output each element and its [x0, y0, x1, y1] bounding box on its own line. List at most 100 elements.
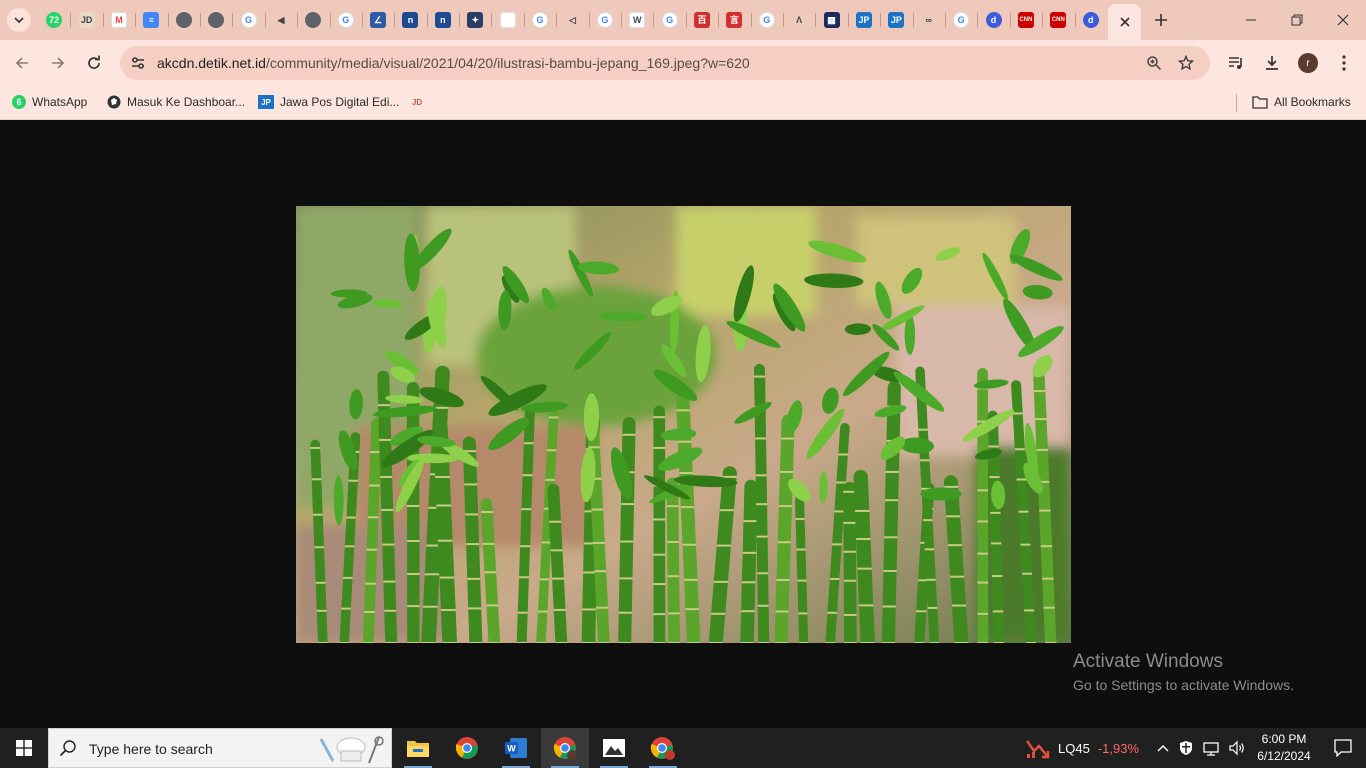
tab-jdih-icon: JD	[78, 12, 95, 28]
browser-tab[interactable]: ✦	[459, 0, 491, 40]
volume-icon[interactable]	[1228, 740, 1246, 756]
browser-tab[interactable]: M	[102, 0, 135, 40]
tab-jawapos-icon: JP	[855, 12, 872, 28]
browser-tab[interactable]: ∞	[912, 0, 945, 40]
site-info-button[interactable]	[126, 51, 150, 75]
browser-toolbar: akcdn.detik.net.id/community/media/visua…	[0, 40, 1366, 86]
reload-button[interactable]	[79, 48, 109, 78]
browser-tab[interactable]: G	[944, 0, 977, 40]
kebab-menu-icon	[1342, 55, 1346, 71]
browser-tab[interactable]: CNN	[1009, 0, 1042, 40]
all-bookmarks-button[interactable]: All Bookmarks	[1252, 92, 1351, 112]
bookmark-whatsapp[interactable]: 6 WhatsApp	[12, 92, 87, 112]
arrow-left-icon	[15, 57, 28, 69]
chevron-up-icon[interactable]	[1156, 743, 1170, 753]
tab-detik-icon: d	[1082, 12, 1099, 28]
browser-tab[interactable]: JP	[847, 0, 880, 40]
bookmark-jdih[interactable]: JD	[409, 92, 425, 112]
arrow-right-icon	[52, 57, 65, 69]
browser-tab[interactable]: ◀	[264, 0, 297, 40]
browser-tab[interactable]: G	[329, 0, 362, 40]
minimize-button[interactable]	[1228, 0, 1274, 40]
browser-tab[interactable]: JD	[70, 0, 102, 40]
browser-tab[interactable]: 72	[38, 0, 70, 40]
url-text[interactable]: akcdn.detik.net.id/community/media/visua…	[157, 55, 750, 71]
browser-tab[interactable]: d	[977, 0, 1009, 40]
tab-binoculars-icon: ∞	[920, 12, 937, 28]
taskbar-file-explorer[interactable]	[394, 728, 442, 768]
address-bar[interactable]: akcdn.detik.net.id/community/media/visua…	[120, 46, 1210, 80]
browser-tab[interactable]: 百	[685, 0, 718, 40]
menu-button[interactable]	[1329, 48, 1359, 78]
browser-tab[interactable]: G	[653, 0, 685, 40]
browser-tab[interactable]: ▦	[815, 0, 847, 40]
stock-symbol: LQ45	[1058, 740, 1090, 756]
all-bookmarks-label: All Bookmarks	[1274, 95, 1351, 109]
taskbar-word[interactable]: W	[492, 728, 540, 768]
start-button[interactable]	[0, 728, 48, 768]
stock-widget[interactable]: LQ45 -1,93%	[1026, 728, 1139, 768]
stock-change: -1,93%	[1097, 740, 1140, 756]
bookmark-jawapos[interactable]: JP Jawa Pos Digital Edi...	[258, 92, 399, 112]
tab-chrome-icon	[305, 12, 322, 28]
downloads-button[interactable]	[1257, 48, 1287, 78]
forward-button[interactable]	[43, 48, 73, 78]
browser-tab[interactable]: G	[523, 0, 556, 40]
browser-tab[interactable]: ≡	[135, 0, 167, 40]
tab-whatsapp-icon: 72	[46, 12, 63, 28]
security-icon[interactable]	[1178, 740, 1194, 756]
browser-tab[interactable]: Λ	[782, 0, 815, 40]
zoom-button[interactable]	[1142, 51, 1166, 75]
browser-tab[interactable]: 言	[718, 0, 750, 40]
profile-button[interactable]: r	[1293, 48, 1323, 78]
browser-tab[interactable]: n	[394, 0, 426, 40]
browser-tab[interactable]: G	[232, 0, 264, 40]
browser-tab[interactable]: ◁	[556, 0, 588, 40]
restore-button[interactable]	[1274, 0, 1320, 40]
browser-tab[interactable]	[167, 0, 200, 40]
image-viewer: Activate Windows Go to Settings to activ…	[0, 121, 1366, 728]
browser-tab[interactable]: G	[750, 0, 783, 40]
bookmark-star-button[interactable]	[1174, 51, 1198, 75]
tab-google-icon: G	[661, 12, 678, 28]
chevron-down-icon	[14, 17, 24, 24]
folder-icon	[1252, 96, 1268, 109]
folder-icon	[407, 741, 429, 757]
tab-globe-icon	[208, 12, 225, 28]
windows-logo-icon	[16, 740, 32, 756]
bookmark-dashboard[interactable]: Masuk Ke Dashboar...	[107, 92, 245, 112]
browser-tab[interactable]	[297, 0, 329, 40]
taskbar-photos[interactable]	[590, 728, 638, 768]
notification-center-button[interactable]	[1320, 728, 1366, 768]
network-icon[interactable]	[1202, 740, 1220, 756]
tab-globe-icon	[175, 12, 192, 28]
taskbar-chrome-h[interactable]	[639, 728, 687, 768]
new-tab-button[interactable]	[1148, 8, 1174, 32]
browser-tab[interactable]: n	[426, 0, 459, 40]
stock-chart-icon	[1026, 740, 1050, 759]
back-button[interactable]	[7, 48, 37, 78]
browser-tab[interactable]: d	[1074, 0, 1107, 40]
bookmark-label: Masuk Ke Dashboar...	[127, 95, 246, 109]
browser-tab[interactable]: JP	[880, 0, 912, 40]
star-icon	[1178, 55, 1194, 71]
browser-tab[interactable]	[199, 0, 232, 40]
browser-tab[interactable]: W	[621, 0, 653, 40]
close-icon	[1337, 14, 1349, 26]
taskbar-search[interactable]: Type here to search	[48, 728, 392, 768]
taskbar-chrome[interactable]	[443, 728, 491, 768]
bamboo-photo[interactable]	[296, 206, 1071, 643]
browser-tab[interactable]: G	[588, 0, 621, 40]
browser-tab[interactable]: CNN	[1042, 0, 1074, 40]
close-icon[interactable]	[1119, 17, 1130, 27]
taskbar-clock[interactable]: 6:00 PM 6/12/2024	[1248, 731, 1320, 765]
close-window-button[interactable]	[1320, 0, 1366, 40]
browser-tab[interactable]: ∠	[361, 0, 394, 40]
tab-search-button[interactable]	[7, 8, 31, 32]
media-controls-button[interactable]	[1221, 48, 1251, 78]
restore-icon	[1291, 14, 1303, 26]
browser-tab[interactable]	[491, 0, 523, 40]
taskbar-chrome-profile[interactable]	[541, 728, 589, 768]
bamboo-stalk	[653, 405, 666, 643]
active-tab[interactable]	[1108, 4, 1141, 40]
